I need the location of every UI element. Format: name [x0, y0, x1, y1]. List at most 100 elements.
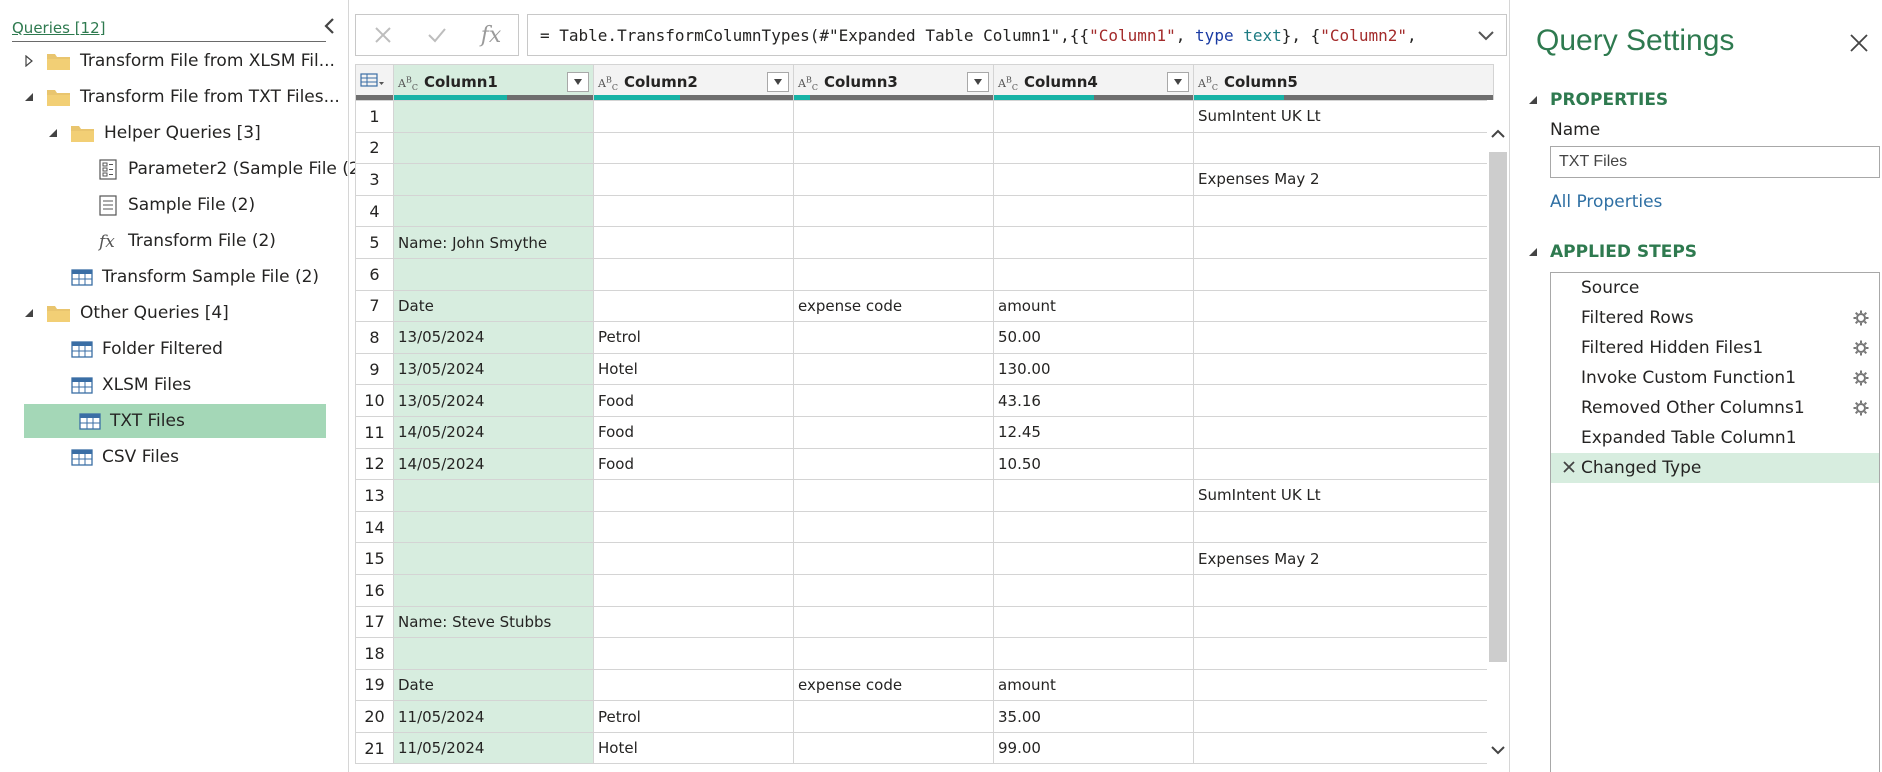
vertical-scrollbar[interactable] — [1487, 100, 1507, 772]
table-cell[interactable] — [393, 573, 594, 607]
table-cell[interactable] — [593, 637, 794, 670]
table-cell[interactable] — [1193, 257, 1494, 291]
row-number[interactable]: 4 — [355, 194, 394, 228]
table-cell[interactable] — [993, 194, 1194, 228]
table-cell[interactable] — [993, 163, 1194, 196]
query-item[interactable]: Transform File from XLSM Fil... — [22, 44, 335, 78]
table-cell[interactable] — [993, 605, 1194, 639]
table-cell[interactable] — [1193, 731, 1494, 765]
applied-step[interactable]: Removed Other Columns1 — [1551, 393, 1879, 423]
collapse-triangle-icon[interactable] — [1528, 242, 1538, 262]
collapse-triangle-icon[interactable] — [22, 306, 36, 320]
row-number[interactable]: 19 — [355, 668, 394, 702]
table-cell[interactable] — [1193, 131, 1494, 165]
table-cell[interactable]: Name: Steve Stubbs — [393, 605, 594, 639]
table-cell[interactable]: Date — [393, 668, 594, 702]
collapse-triangle-icon[interactable] — [46, 126, 60, 140]
row-number[interactable]: 11 — [355, 415, 394, 449]
table-cell[interactable] — [793, 447, 994, 481]
table-cell[interactable] — [993, 510, 1194, 544]
text-type-icon[interactable]: ABC — [998, 75, 1018, 92]
table-cell[interactable] — [1193, 637, 1494, 670]
table-cell[interactable]: SumIntent UK Lt — [1193, 100, 1494, 133]
table-cell[interactable] — [793, 700, 994, 733]
table-cell[interactable] — [793, 415, 994, 449]
row-number[interactable]: 12 — [355, 447, 394, 481]
table-cell[interactable]: 35.00 — [993, 700, 1194, 733]
applied-step[interactable]: Filtered Hidden Files1 — [1551, 333, 1879, 363]
table-cell[interactable] — [593, 257, 794, 291]
table-cell[interactable]: Expenses May 2 — [1193, 542, 1494, 575]
table-cell[interactable] — [793, 194, 994, 228]
gear-icon[interactable] — [1853, 370, 1869, 386]
table-cell[interactable]: 11/05/2024 — [393, 700, 594, 733]
table-cell[interactable]: Petrol — [593, 700, 794, 733]
scroll-thumb[interactable] — [1489, 152, 1507, 662]
row-number[interactable]: 21 — [355, 731, 394, 765]
table-cell[interactable] — [1193, 352, 1494, 386]
row-number[interactable]: 6 — [355, 257, 394, 291]
table-cell[interactable] — [793, 542, 994, 575]
row-number[interactable]: 5 — [355, 226, 394, 259]
column-header[interactable]: ABC Column5 — [1193, 64, 1494, 101]
table-cell[interactable] — [1193, 668, 1494, 702]
query-item[interactable]: XLSM Files — [46, 368, 191, 402]
table-cell[interactable]: Food — [593, 447, 794, 481]
table-cell[interactable]: 13/05/2024 — [393, 384, 594, 417]
query-item[interactable]: Parameter2 (Sample File (2)) — [72, 152, 373, 186]
table-cell[interactable] — [793, 226, 994, 259]
table-cell[interactable]: 99.00 — [993, 731, 1194, 765]
table-cell[interactable] — [1193, 321, 1494, 354]
properties-section-header[interactable]: PROPERTIES — [1528, 90, 1668, 110]
table-cell[interactable]: SumIntent UK Lt — [1193, 479, 1494, 512]
table-cell[interactable] — [793, 731, 994, 765]
table-cell[interactable] — [593, 100, 794, 133]
query-item[interactable]: Folder Filtered — [46, 332, 223, 366]
query-item[interactable]: Helper Queries [3] — [46, 116, 261, 150]
table-cell[interactable]: Expenses May 2 — [1193, 163, 1494, 196]
applied-step[interactable]: Filtered Rows — [1551, 303, 1879, 333]
table-cell[interactable]: 11/05/2024 — [393, 731, 594, 765]
table-cell[interactable] — [593, 163, 794, 196]
gear-icon[interactable] — [1853, 310, 1869, 326]
table-cell[interactable] — [793, 163, 994, 196]
scroll-down-icon[interactable] — [1489, 740, 1507, 760]
table-cell[interactable] — [993, 100, 1194, 133]
table-cell[interactable] — [393, 100, 594, 133]
table-cell[interactable] — [793, 100, 994, 133]
table-cell[interactable]: 43.16 — [993, 384, 1194, 417]
table-cell[interactable]: Food — [593, 384, 794, 417]
queries-count-label[interactable]: Queries [12] — [12, 19, 105, 37]
collapse-pane-icon[interactable] — [322, 16, 338, 36]
table-cell[interactable] — [793, 637, 994, 670]
table-cell[interactable] — [993, 479, 1194, 512]
column-header[interactable]: ABC Column4 — [993, 64, 1194, 101]
table-cell[interactable]: expense code — [793, 289, 994, 323]
table-cell[interactable] — [993, 226, 1194, 259]
query-item[interactable]: TXT Files — [24, 404, 326, 438]
table-cell[interactable] — [593, 542, 794, 575]
table-cell[interactable] — [1193, 510, 1494, 544]
row-number[interactable]: 17 — [355, 605, 394, 639]
table-cell[interactable] — [1193, 289, 1494, 323]
table-cell[interactable] — [793, 321, 994, 354]
table-cell[interactable] — [993, 257, 1194, 291]
table-cell[interactable] — [993, 573, 1194, 607]
row-number[interactable]: 10 — [355, 384, 394, 417]
table-cell[interactable]: amount — [993, 289, 1194, 323]
column-filter-dropdown-icon[interactable] — [967, 72, 989, 92]
scroll-up-icon[interactable] — [1489, 124, 1507, 144]
row-number[interactable]: 14 — [355, 510, 394, 544]
table-cell[interactable] — [793, 257, 994, 291]
query-item[interactable]: fx Transform File (2) — [72, 224, 276, 258]
text-type-icon[interactable]: ABC — [1198, 75, 1218, 92]
column-header[interactable]: ABC Column3 — [793, 64, 994, 101]
table-cell[interactable]: 14/05/2024 — [393, 447, 594, 481]
table-cell[interactable] — [793, 605, 994, 639]
table-cell[interactable]: Date — [393, 289, 594, 323]
column-filter-dropdown-icon[interactable] — [567, 72, 589, 92]
column-filter-dropdown-icon[interactable] — [1167, 72, 1189, 92]
table-cell[interactable]: 50.00 — [993, 321, 1194, 354]
table-cell[interactable]: 13/05/2024 — [393, 352, 594, 386]
table-cell[interactable] — [793, 479, 994, 512]
